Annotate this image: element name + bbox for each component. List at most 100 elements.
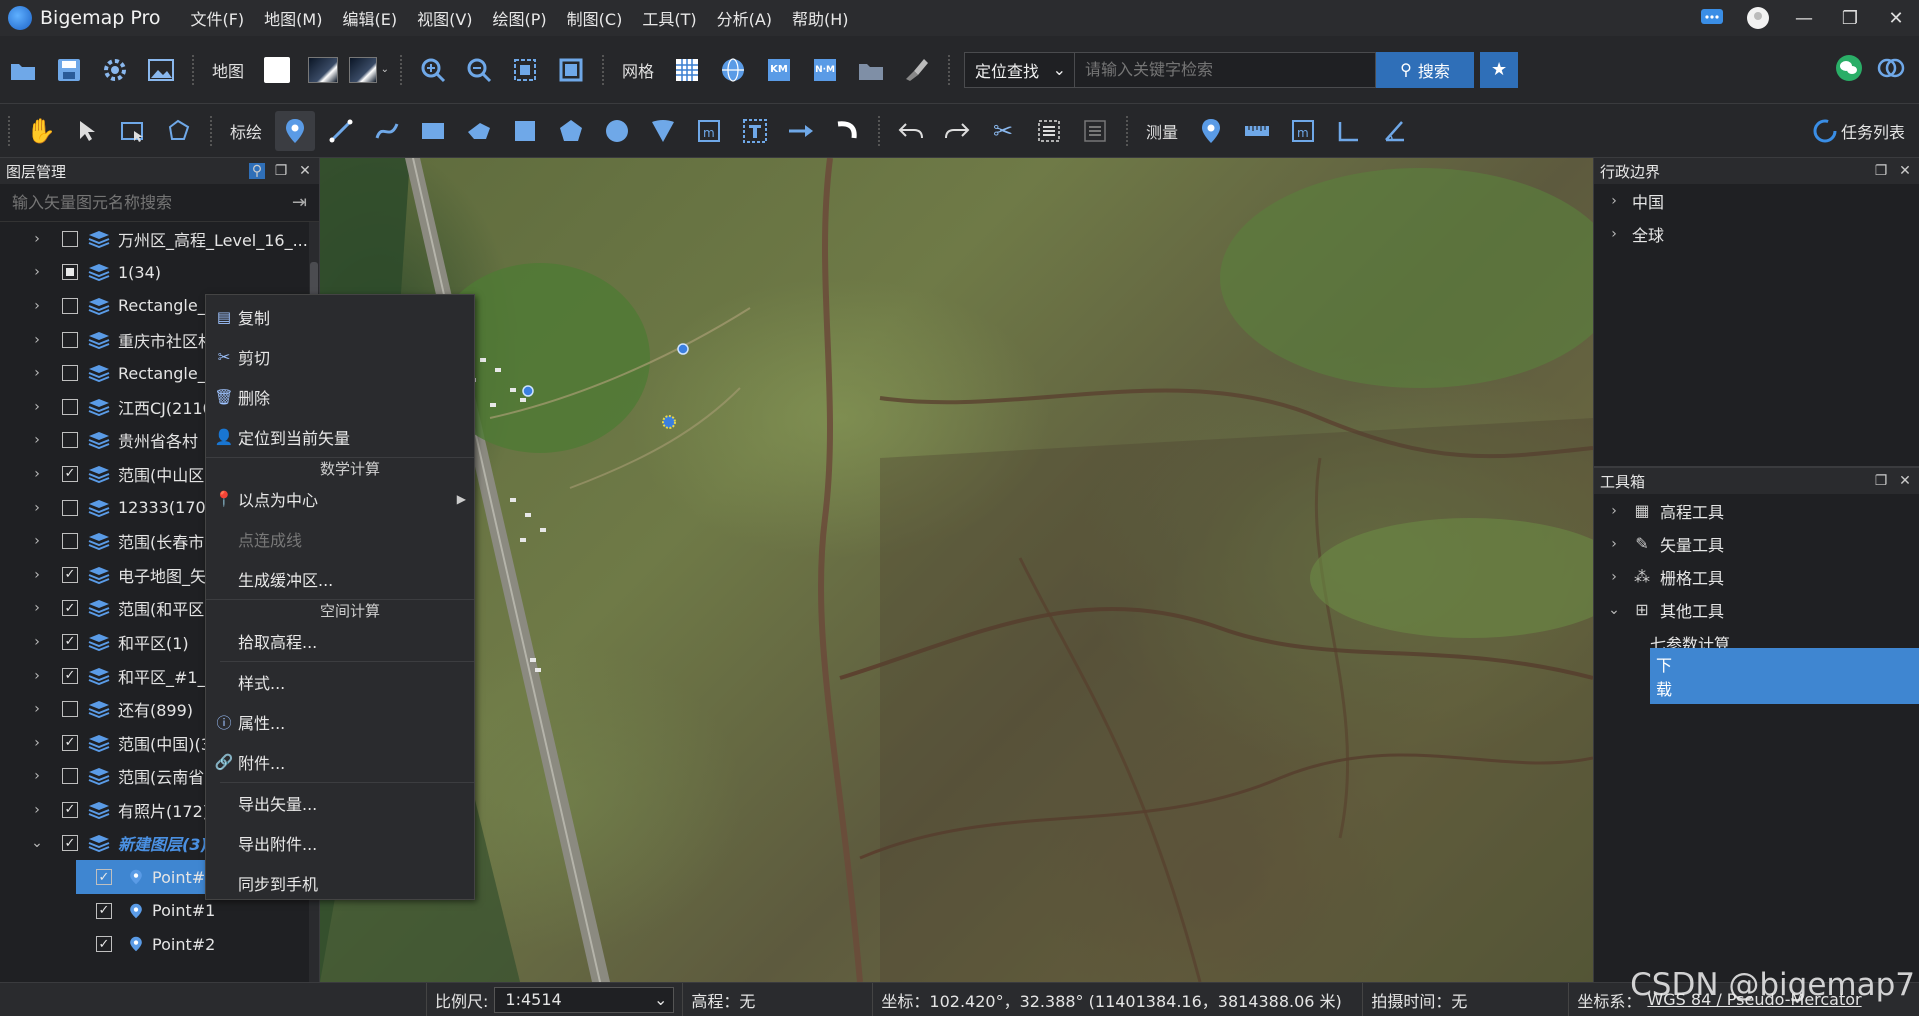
layer-checkbox[interactable] <box>62 734 78 751</box>
redo-button[interactable] <box>937 111 977 151</box>
polygon-tool-button[interactable] <box>459 111 499 151</box>
zoom-extent-button[interactable] <box>505 50 545 90</box>
night-map-button[interactable] <box>303 50 343 90</box>
map-canvas[interactable] <box>320 158 1593 982</box>
close-window-button[interactable]: ✕ <box>1873 0 1919 36</box>
layer-checkbox[interactable] <box>62 600 78 617</box>
layer-checkbox[interactable] <box>62 533 78 550</box>
curved-arrow-tool-button[interactable] <box>827 111 867 151</box>
chevron-right-icon[interactable]: › <box>26 600 48 616</box>
point-checkbox[interactable] <box>96 936 112 953</box>
layer-checkbox[interactable] <box>62 297 78 314</box>
search-category-select[interactable]: 定位查找 ⌄ <box>965 52 1076 87</box>
layer-checkbox[interactable] <box>62 230 78 247</box>
toolbox-raster-tools[interactable]: › ⁂ 栅格工具 <box>1594 560 1919 593</box>
rect-select-button[interactable] <box>113 111 153 151</box>
grid-button[interactable] <box>667 50 707 90</box>
menu-attachment[interactable]: 🔗 附件... <box>206 742 474 782</box>
area-label-tool-button[interactable]: m <box>689 111 729 151</box>
close-icon[interactable]: ✕ <box>297 163 313 179</box>
chevron-right-icon[interactable]: › <box>26 466 48 482</box>
layer-checkbox[interactable] <box>62 667 78 684</box>
text-tool-button[interactable] <box>735 111 775 151</box>
menu-tools[interactable]: 工具(T) <box>642 6 696 30</box>
circle-tool-button[interactable] <box>597 111 637 151</box>
blank-map-button[interactable] <box>257 50 297 90</box>
menu-view[interactable]: 视图(V) <box>417 6 472 30</box>
search-icon[interactable]: ⚲ <box>249 163 265 179</box>
chevron-right-icon[interactable]: › <box>26 735 48 751</box>
zoom-in-button[interactable] <box>413 50 453 90</box>
select-tool-button[interactable] <box>67 111 107 151</box>
pan-tool-button[interactable]: ✋ <box>21 111 61 151</box>
scale-select[interactable]: 1:4514 ⌄ <box>494 986 675 1013</box>
close-icon[interactable]: ✕ <box>1897 473 1913 489</box>
nm-grid-button[interactable]: N·M <box>805 50 845 90</box>
settings-button[interactable] <box>95 50 135 90</box>
map-source-button[interactable]: ⌄ <box>349 50 389 90</box>
full-extent-button[interactable] <box>551 50 591 90</box>
wechat-icon[interactable] <box>1835 54 1863 86</box>
menu-cut[interactable]: ✂ 剪切 <box>206 337 474 377</box>
toolbox-download[interactable]: 下载 <box>1594 647 1919 704</box>
float-panel-icon[interactable]: ❐ <box>273 163 289 179</box>
layer-row[interactable]: › 1(34) <box>0 256 319 290</box>
admin-item-global[interactable]: › 全球 <box>1594 217 1919 250</box>
measure-distance-button[interactable] <box>1237 111 1277 151</box>
restore-button[interactable]: ❐ <box>1827 0 1873 36</box>
chevron-down-icon[interactable]: ⌄ <box>26 835 48 851</box>
menu-edit[interactable]: 编辑(E) <box>342 6 397 30</box>
chevron-right-icon[interactable]: › <box>26 701 48 717</box>
search-button[interactable]: ⚲ 搜索 <box>1376 51 1475 88</box>
toolbox-other-tools[interactable]: ⌄ ⊞ 其他工具 <box>1594 593 1919 626</box>
menu-cartography[interactable]: 制图(C) <box>567 6 623 30</box>
layer-row[interactable]: › 万州区_高程_Level_16_... <box>0 222 319 256</box>
layer-checkbox[interactable] <box>62 432 78 449</box>
connect-icon[interactable] <box>1877 54 1905 86</box>
menu-center-point[interactable]: 📍 以点为中心 ▶ <box>206 479 474 519</box>
chevron-right-icon[interactable]: › <box>26 802 48 818</box>
menu-style[interactable]: 样式... <box>206 662 474 702</box>
layer-checkbox[interactable] <box>62 768 78 785</box>
layer-checkbox[interactable] <box>62 701 78 718</box>
layer-checkbox[interactable] <box>62 264 78 281</box>
menu-pick-elevation[interactable]: 拾取高程... <box>206 621 474 661</box>
point-tool-button[interactable] <box>275 110 316 151</box>
menu-locate[interactable]: 👤 定位到当前矢量 <box>206 417 474 457</box>
zoom-out-button[interactable] <box>459 50 499 90</box>
chevron-right-icon[interactable]: › <box>26 567 48 583</box>
collapse-icon[interactable]: ⇥ <box>292 192 307 213</box>
layer-search-input[interactable] <box>12 193 292 212</box>
float-panel-icon[interactable]: ❐ <box>1873 473 1889 489</box>
search-input[interactable] <box>1075 52 1376 87</box>
line-tool-button[interactable] <box>321 111 361 151</box>
point-checkbox[interactable] <box>96 869 112 886</box>
layer-checkbox[interactable] <box>62 331 78 348</box>
undo-button[interactable] <box>891 111 931 151</box>
layer-checkbox[interactable] <box>62 633 78 650</box>
sector-tool-button[interactable] <box>643 111 683 151</box>
chevron-right-icon[interactable]: › <box>26 231 48 247</box>
menu-export-vector[interactable]: 导出矢量... <box>206 783 474 823</box>
favorite-button[interactable]: ★ <box>1480 51 1519 88</box>
chevron-right-icon[interactable]: › <box>26 768 48 784</box>
save-button[interactable] <box>49 50 89 90</box>
poly-select-button[interactable] <box>159 111 199 151</box>
measure-azimuth-button[interactable] <box>1375 111 1415 151</box>
menu-help[interactable]: 帮助(H) <box>792 6 849 30</box>
arrow-tool-button[interactable] <box>781 111 821 151</box>
float-panel-icon[interactable]: ❐ <box>1873 163 1889 179</box>
km-grid-button[interactable]: KM <box>759 50 799 90</box>
layer-checkbox[interactable] <box>62 465 78 482</box>
measure-area-button[interactable]: m <box>1283 111 1323 151</box>
menu-export-attachment[interactable]: 导出附件... <box>206 823 474 863</box>
measure-angle-button[interactable] <box>1329 111 1369 151</box>
layer-checkbox[interactable] <box>62 801 78 818</box>
image-button[interactable] <box>141 50 181 90</box>
admin-item-china[interactable]: › 中国 <box>1594 184 1919 217</box>
menu-buffer[interactable]: 生成缓冲区... <box>206 559 474 599</box>
message-icon[interactable] <box>1699 7 1725 29</box>
chevron-right-icon[interactable]: › <box>26 500 48 516</box>
folder-grid-button[interactable] <box>851 50 891 90</box>
toolbox-vector-tools[interactable]: › ✎ 矢量工具 <box>1594 527 1919 560</box>
